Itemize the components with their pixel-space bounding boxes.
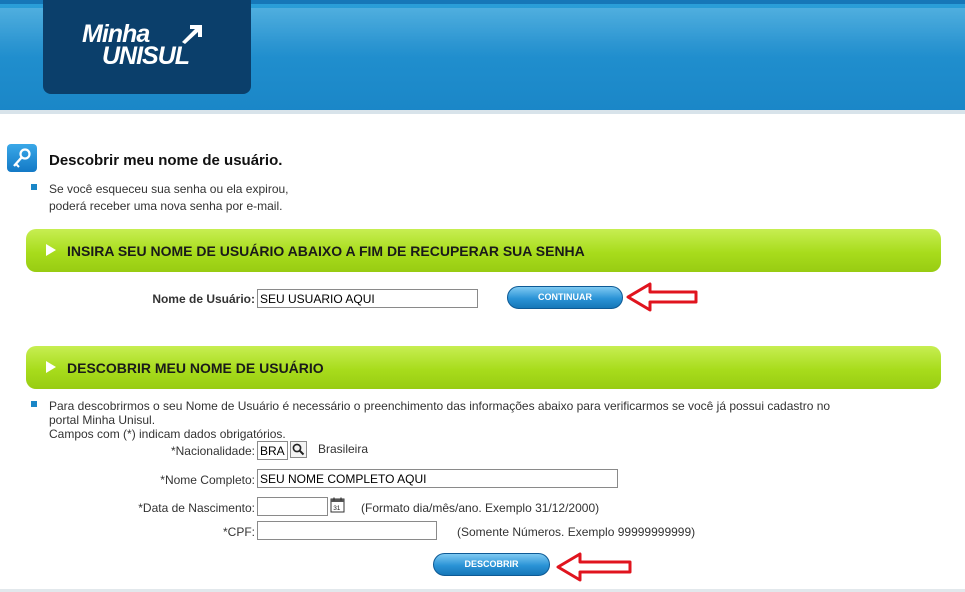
section-header-recover-password: INSIRA SEU NOME DE USUÁRIO ABAIXO A FIM … bbox=[26, 229, 941, 272]
cpf-hint: (Somente Números. Exemplo 99999999999) bbox=[457, 525, 696, 539]
bullet-icon bbox=[31, 401, 37, 407]
info-text-line2: portal Minha Unisul. bbox=[49, 413, 156, 427]
calendar-icon[interactable]: 31 bbox=[330, 497, 345, 513]
section-header-label: INSIRA SEU NOME DE USUÁRIO ABAIXO A FIM … bbox=[67, 243, 585, 259]
username-label: Nome de Usuário: bbox=[152, 292, 255, 306]
header-divider bbox=[0, 110, 965, 114]
logo-text-line2: UNISUL bbox=[102, 42, 190, 70]
red-arrow-annotation-icon bbox=[556, 552, 632, 582]
red-arrow-annotation-icon bbox=[626, 282, 698, 312]
play-arrow-icon bbox=[46, 244, 56, 256]
birthdate-label: *Data de Nascimento: bbox=[138, 501, 255, 515]
section-header-label: DESCOBRIR MEU NOME DE USUÁRIO bbox=[67, 360, 324, 376]
logo-arrow-icon bbox=[182, 25, 202, 44]
cpf-input[interactable] bbox=[257, 521, 437, 540]
username-input[interactable] bbox=[257, 289, 478, 308]
info-text-line1: Para descobrirmos o seu Nome de Usuário … bbox=[49, 399, 831, 413]
cpf-label: *CPF: bbox=[222, 525, 255, 539]
nationality-input[interactable] bbox=[257, 441, 288, 460]
bullet-icon bbox=[31, 184, 37, 190]
svg-text:31: 31 bbox=[333, 505, 341, 512]
intro-text-line2: poderá receber uma nova senha por e-mail… bbox=[49, 199, 283, 213]
fullname-label: *Nome Completo: bbox=[160, 473, 255, 487]
nationality-name: Brasileira bbox=[318, 442, 369, 456]
birthdate-input[interactable] bbox=[257, 497, 328, 516]
page: Minha UNISUL Descobrir meu nome de usuár… bbox=[0, 0, 965, 592]
continue-button[interactable]: CONTINUAR bbox=[507, 286, 623, 309]
key-icon bbox=[7, 144, 37, 172]
nationality-label: *Nacionalidade: bbox=[170, 444, 255, 458]
fullname-input[interactable] bbox=[257, 469, 618, 488]
search-icon[interactable] bbox=[290, 441, 307, 458]
page-title: Descobrir meu nome de usuário. bbox=[49, 152, 283, 169]
birthdate-hint: (Formato dia/mês/ano. Exemplo 31/12/2000… bbox=[361, 501, 600, 515]
section-header-discover-username: DESCOBRIR MEU NOME DE USUÁRIO bbox=[26, 346, 941, 389]
info-text-line3: Campos com (*) indicam dados obrigatório… bbox=[49, 427, 286, 441]
discover-button[interactable]: DESCOBRIR bbox=[433, 553, 550, 576]
play-arrow-icon bbox=[46, 361, 56, 373]
intro-text-line1: Se você esqueceu sua senha ou ela expiro… bbox=[49, 182, 289, 196]
